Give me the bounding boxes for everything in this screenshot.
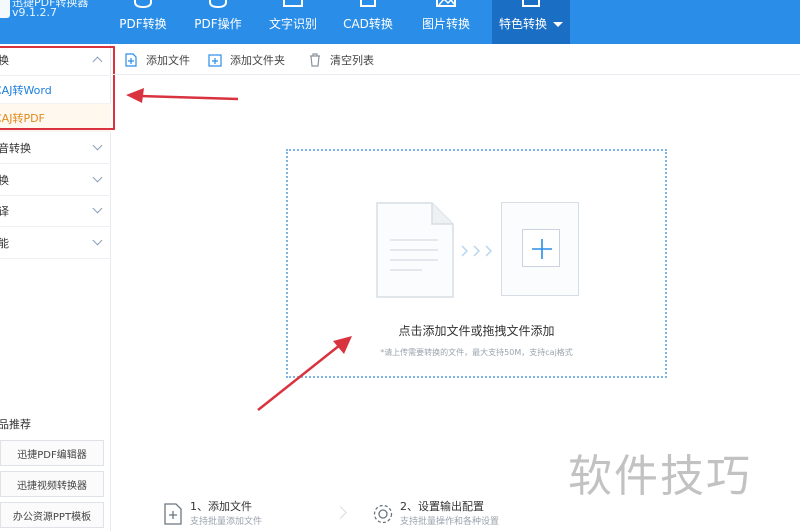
sidebar-group-label: 音转换 xyxy=(0,141,31,155)
document-icon xyxy=(376,202,454,298)
app-logo xyxy=(0,0,10,18)
sidebar-group-4[interactable]: 译 xyxy=(0,195,111,227)
recommend-video-converter-button[interactable]: 迅捷视频转换器 xyxy=(0,471,104,497)
plus-icon xyxy=(532,239,552,259)
annotation-highlight-box xyxy=(0,46,115,130)
tab-label: PDF转换 xyxy=(119,17,167,31)
tab-label: CAD转换 xyxy=(343,17,393,31)
step-subtitle: 支持批量添加文件 xyxy=(190,517,263,527)
app-version: v9.1.2.7 xyxy=(12,6,57,19)
tab-label: 特色转换 xyxy=(499,15,563,32)
tab-image[interactable]: 图片转换 xyxy=(413,0,479,44)
clear-list-button[interactable]: 清空列表 xyxy=(308,52,374,68)
chevron-right-icon xyxy=(334,506,347,519)
add-file-tile xyxy=(501,202,579,296)
chevron-down-icon xyxy=(92,140,103,151)
chevron-down-icon xyxy=(92,203,103,214)
add-file-button[interactable]: 添加文件 xyxy=(124,52,190,68)
drop-zone-title: 点击添加文件或拖拽文件添加 xyxy=(398,324,555,338)
add-file-label: 添加文件 xyxy=(146,54,190,67)
tab-special[interactable]: 特色转换 xyxy=(492,0,570,44)
step-output-settings: 2、设置输出配置 支持批量操作和各种设置 xyxy=(372,499,499,529)
convert-icon xyxy=(134,0,152,9)
sidebar-group-label: 能 xyxy=(0,236,9,250)
add-folder-button[interactable]: 添加文件夹 xyxy=(208,52,285,68)
special-icon xyxy=(522,0,540,7)
sidebar-group-5[interactable]: 能 xyxy=(0,227,111,259)
ocr-icon xyxy=(283,0,303,7)
tab-pdf-operate[interactable]: PDF操作 xyxy=(185,0,251,44)
sidebar-group-label: 换 xyxy=(0,173,9,187)
top-bar: 迅捷PDF转换器 v9.1.2.7 PDF转换 PDF操作 文字识别 CAD转换… xyxy=(0,0,800,44)
tab-label: PDF操作 xyxy=(194,17,242,31)
chevrons-right-icon xyxy=(461,245,493,257)
step-subtitle: 支持批量操作和各种设置 xyxy=(400,517,500,527)
add-file-icon xyxy=(164,503,182,525)
recommend-title: 品推荐 xyxy=(0,418,31,431)
add-file-icon xyxy=(125,53,137,67)
chevron-down-icon xyxy=(92,235,103,246)
recommend-pdf-editor-button[interactable]: 迅捷PDF编辑器 xyxy=(0,440,104,466)
step-add-file: 1、添加文件 支持批量添加文件 xyxy=(162,499,262,529)
sidebar-group-label: 译 xyxy=(0,204,9,218)
step-title: 2、设置输出配置 xyxy=(400,500,484,513)
file-drop-zone[interactable]: 点击添加文件或拖拽文件添加 *请上传需要转换的文件，最大支持50M，支持caj格… xyxy=(286,149,667,378)
tab-ocr[interactable]: 文字识别 xyxy=(260,0,326,44)
tab-label: 图片转换 xyxy=(421,17,470,31)
tab-cad[interactable]: CAD转换 xyxy=(335,0,401,44)
annotation-arrow-sidebar xyxy=(126,88,239,103)
recommend-ppt-template-button[interactable]: 办公资源PPT模板 xyxy=(0,502,104,528)
tab-label: 文字识别 xyxy=(268,17,317,31)
tab-pdf-convert[interactable]: PDF转换 xyxy=(110,0,176,44)
clear-list-label: 清空列表 xyxy=(330,54,374,67)
gear-icon xyxy=(373,504,393,524)
drop-zone-hint: *请上传需要转换的文件，最大支持50M，支持caj格式 xyxy=(380,348,573,357)
chevron-down-icon xyxy=(553,22,563,27)
step-title: 1、添加文件 xyxy=(190,500,252,513)
toolbar: 添加文件 添加文件夹 清空列表 xyxy=(112,44,800,75)
image-icon xyxy=(436,0,456,7)
cad-icon xyxy=(360,0,376,7)
plus-box xyxy=(522,229,560,267)
sidebar-group-2[interactable]: 音转换 xyxy=(0,132,111,164)
operate-icon xyxy=(209,0,227,9)
chevron-down-icon xyxy=(92,172,103,183)
watermark-text: 软件技巧 xyxy=(568,451,752,502)
add-folder-icon xyxy=(208,54,222,67)
add-folder-label: 添加文件夹 xyxy=(230,54,285,67)
trash-icon xyxy=(310,53,320,67)
sidebar-group-3[interactable]: 换 xyxy=(0,164,111,196)
